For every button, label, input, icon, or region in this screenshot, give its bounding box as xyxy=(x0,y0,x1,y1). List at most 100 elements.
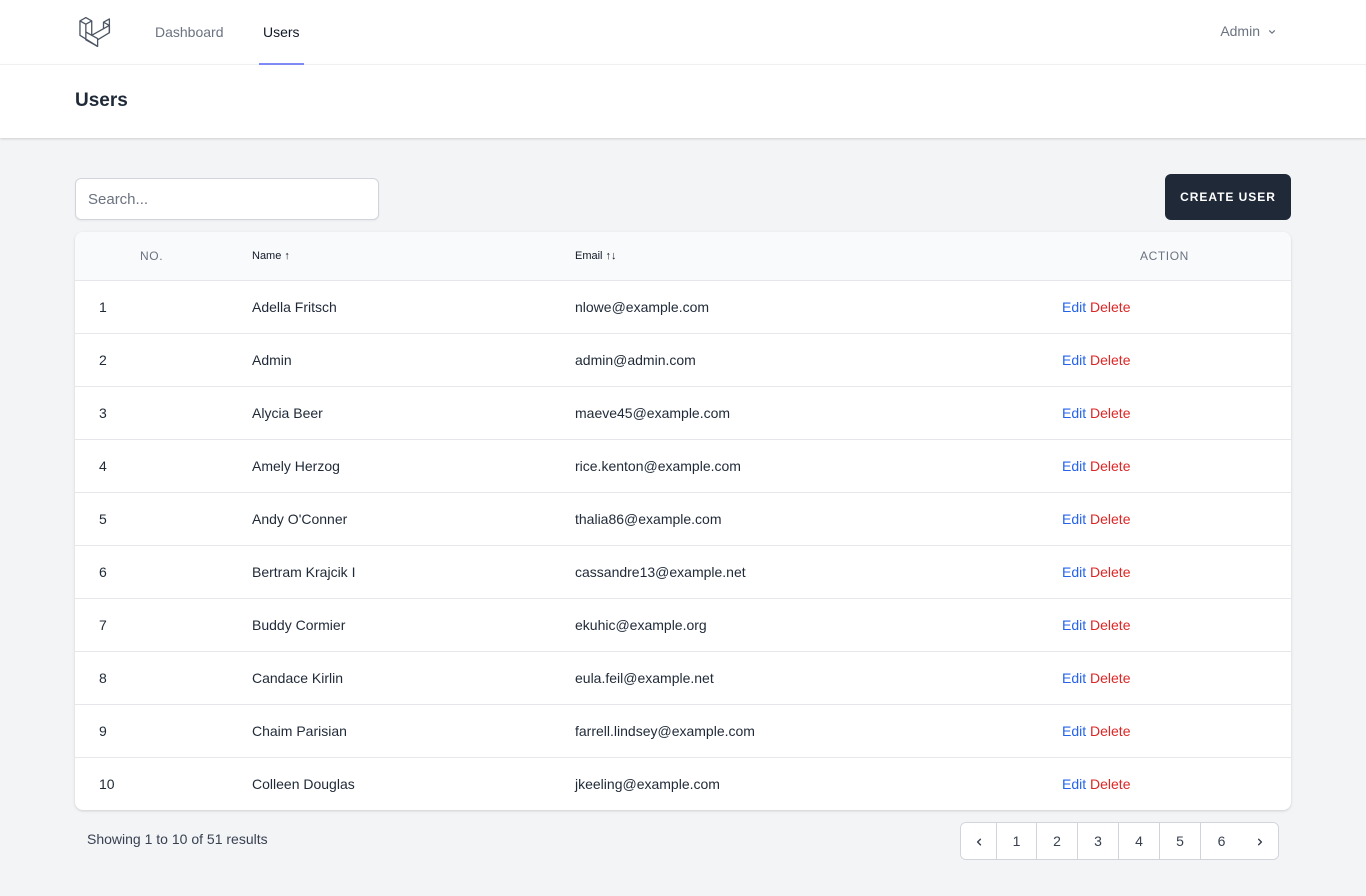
edit-link[interactable]: Edit xyxy=(1062,299,1086,315)
user-menu[interactable]: Admin xyxy=(1220,0,1278,63)
page-button-4[interactable]: 4 xyxy=(1119,823,1161,859)
column-header-email[interactable]: Email ↑↓ xyxy=(575,232,617,281)
row-number: 3 xyxy=(99,405,107,421)
next-page-button[interactable] xyxy=(1242,823,1278,859)
table-row: 7 Buddy Cormier ekuhic@example.org Edit Del… xyxy=(75,599,1291,652)
users-table: NO. Name ↑ Email ↑↓ ACTION 1 Adella Frits… xyxy=(75,232,1291,810)
column-header-name[interactable]: Name ↑ xyxy=(252,232,290,281)
row-name: Chaim Parisian xyxy=(252,723,347,739)
row-email: ekuhic@example.org xyxy=(575,617,707,633)
page-button-6[interactable]: 6 xyxy=(1201,823,1243,859)
row-name: Buddy Cormier xyxy=(252,617,346,633)
row-actions: Edit Delete xyxy=(1062,546,1130,599)
delete-link[interactable]: Delete xyxy=(1090,564,1130,580)
summary-of-word: of xyxy=(191,831,204,847)
table-header: NO. Name ↑ Email ↑↓ ACTION xyxy=(75,232,1291,281)
row-actions: Edit Delete xyxy=(1062,599,1130,652)
table-row: 3 Alycia Beer maeve45@example.com Edit Dele… xyxy=(75,387,1291,440)
row-name: Bertram Krajcik I xyxy=(252,564,356,580)
chevron-left-icon xyxy=(976,838,981,846)
delete-link[interactable]: Delete xyxy=(1090,723,1130,739)
search-input[interactable] xyxy=(75,178,379,220)
edit-link[interactable]: Edit xyxy=(1062,511,1086,527)
delete-link[interactable]: Delete xyxy=(1090,670,1130,686)
user-menu-label: Admin xyxy=(1220,23,1260,39)
chevron-right-icon xyxy=(1257,838,1263,846)
row-name: Candace Kirlin xyxy=(252,670,344,686)
row-email: admin@admin.com xyxy=(575,352,696,368)
column-header-action: ACTION xyxy=(1140,249,1189,263)
edit-link[interactable]: Edit xyxy=(1062,617,1086,633)
row-actions: Edit Delete xyxy=(1062,440,1130,493)
table-row: 10 Colleen Douglas jkeeling@example.com Edi… xyxy=(75,758,1291,810)
table-row: 5 Andy O'Conner thalia86@example.com Edit D… xyxy=(75,493,1291,546)
summary-to: 10 xyxy=(171,831,188,847)
row-number: 5 xyxy=(99,511,107,527)
row-email: maeve45@example.com xyxy=(575,405,731,421)
previous-page-button[interactable] xyxy=(961,823,998,859)
laravel-logo-icon[interactable] xyxy=(77,15,113,49)
nav-dashboard[interactable]: Dashboard xyxy=(155,0,224,65)
row-name: Admin xyxy=(252,352,292,368)
pagination: 123456 xyxy=(960,822,1279,860)
table-row: 4 Amely Herzog rice.kenton@example.com Edit… xyxy=(75,440,1291,493)
row-name: Colleen Douglas xyxy=(252,776,355,792)
table-row: 8 Candace Kirlin eula.feil@example.net Edit… xyxy=(75,652,1291,705)
delete-link[interactable]: Delete xyxy=(1090,299,1130,315)
row-name: Adella Fritsch xyxy=(252,299,337,315)
row-number: 1 xyxy=(99,299,107,315)
top-navigation: Dashboard Users Admin xyxy=(0,0,1366,65)
edit-link[interactable]: Edit xyxy=(1062,564,1086,580)
page-button-3[interactable]: 3 xyxy=(1078,823,1120,859)
results-summary: Showing 1 to 10 of 51 results xyxy=(87,831,268,847)
row-email: cassandre13@example.net xyxy=(575,564,746,580)
summary-total: 51 xyxy=(206,831,223,847)
summary-to-word: to xyxy=(156,831,168,847)
row-email: jkeeling@example.com xyxy=(575,776,720,792)
delete-link[interactable]: Delete xyxy=(1090,352,1130,368)
page-button-2[interactable]: 2 xyxy=(1037,823,1079,859)
summary-results-word: results xyxy=(226,831,268,847)
row-actions: Edit Delete xyxy=(1062,387,1130,440)
table-row: 2 Admin admin@admin.com Edit Delete xyxy=(75,334,1291,387)
chevron-down-icon xyxy=(1269,29,1276,34)
nav-users[interactable]: Users xyxy=(259,0,304,65)
table-row: 1 Adella Fritsch nlowe@example.com Edit Del… xyxy=(75,281,1291,334)
table-row: 6 Bertram Krajcik I cassandre13@example.ne… xyxy=(75,546,1291,599)
page-button-1[interactable]: 1 xyxy=(997,823,1038,859)
row-number: 10 xyxy=(99,776,115,792)
edit-link[interactable]: Edit xyxy=(1062,670,1086,686)
edit-link[interactable]: Edit xyxy=(1062,776,1086,792)
edit-link[interactable]: Edit xyxy=(1062,458,1086,474)
row-email: nlowe@example.com xyxy=(575,299,710,315)
row-actions: Edit Delete xyxy=(1062,334,1130,387)
row-email: eula.feil@example.net xyxy=(575,670,714,686)
row-number: 7 xyxy=(99,617,107,633)
row-number: 4 xyxy=(99,458,107,474)
create-user-button[interactable]: CREATE USER xyxy=(1165,174,1291,220)
delete-link[interactable]: Delete xyxy=(1090,776,1130,792)
edit-link[interactable]: Edit xyxy=(1062,723,1086,739)
table-row: 9 Chaim Parisian farrell.lindsey@example.c… xyxy=(75,705,1291,758)
row-name: Amely Herzog xyxy=(252,458,340,474)
page-button-5[interactable]: 5 xyxy=(1160,823,1202,859)
edit-link[interactable]: Edit xyxy=(1062,405,1086,421)
row-number: 8 xyxy=(99,670,107,686)
summary-from: 1 xyxy=(144,831,153,847)
delete-link[interactable]: Delete xyxy=(1090,617,1130,633)
page-title: Users xyxy=(75,90,128,111)
column-header-no: NO. xyxy=(140,249,164,263)
row-name: Andy O'Conner xyxy=(252,511,348,527)
edit-link[interactable]: Edit xyxy=(1062,352,1086,368)
delete-link[interactable]: Delete xyxy=(1090,511,1130,527)
row-name: Alycia Beer xyxy=(252,405,323,421)
row-actions: Edit Delete xyxy=(1062,705,1130,758)
row-actions: Edit Delete xyxy=(1062,493,1130,546)
delete-link[interactable]: Delete xyxy=(1090,458,1130,474)
page-numbers: 123456 xyxy=(997,823,1243,859)
delete-link[interactable]: Delete xyxy=(1090,405,1130,421)
row-actions: Edit Delete xyxy=(1062,652,1130,705)
row-number: 2 xyxy=(99,352,107,368)
row-email: rice.kenton@example.com xyxy=(575,458,741,474)
row-number: 6 xyxy=(99,564,107,580)
